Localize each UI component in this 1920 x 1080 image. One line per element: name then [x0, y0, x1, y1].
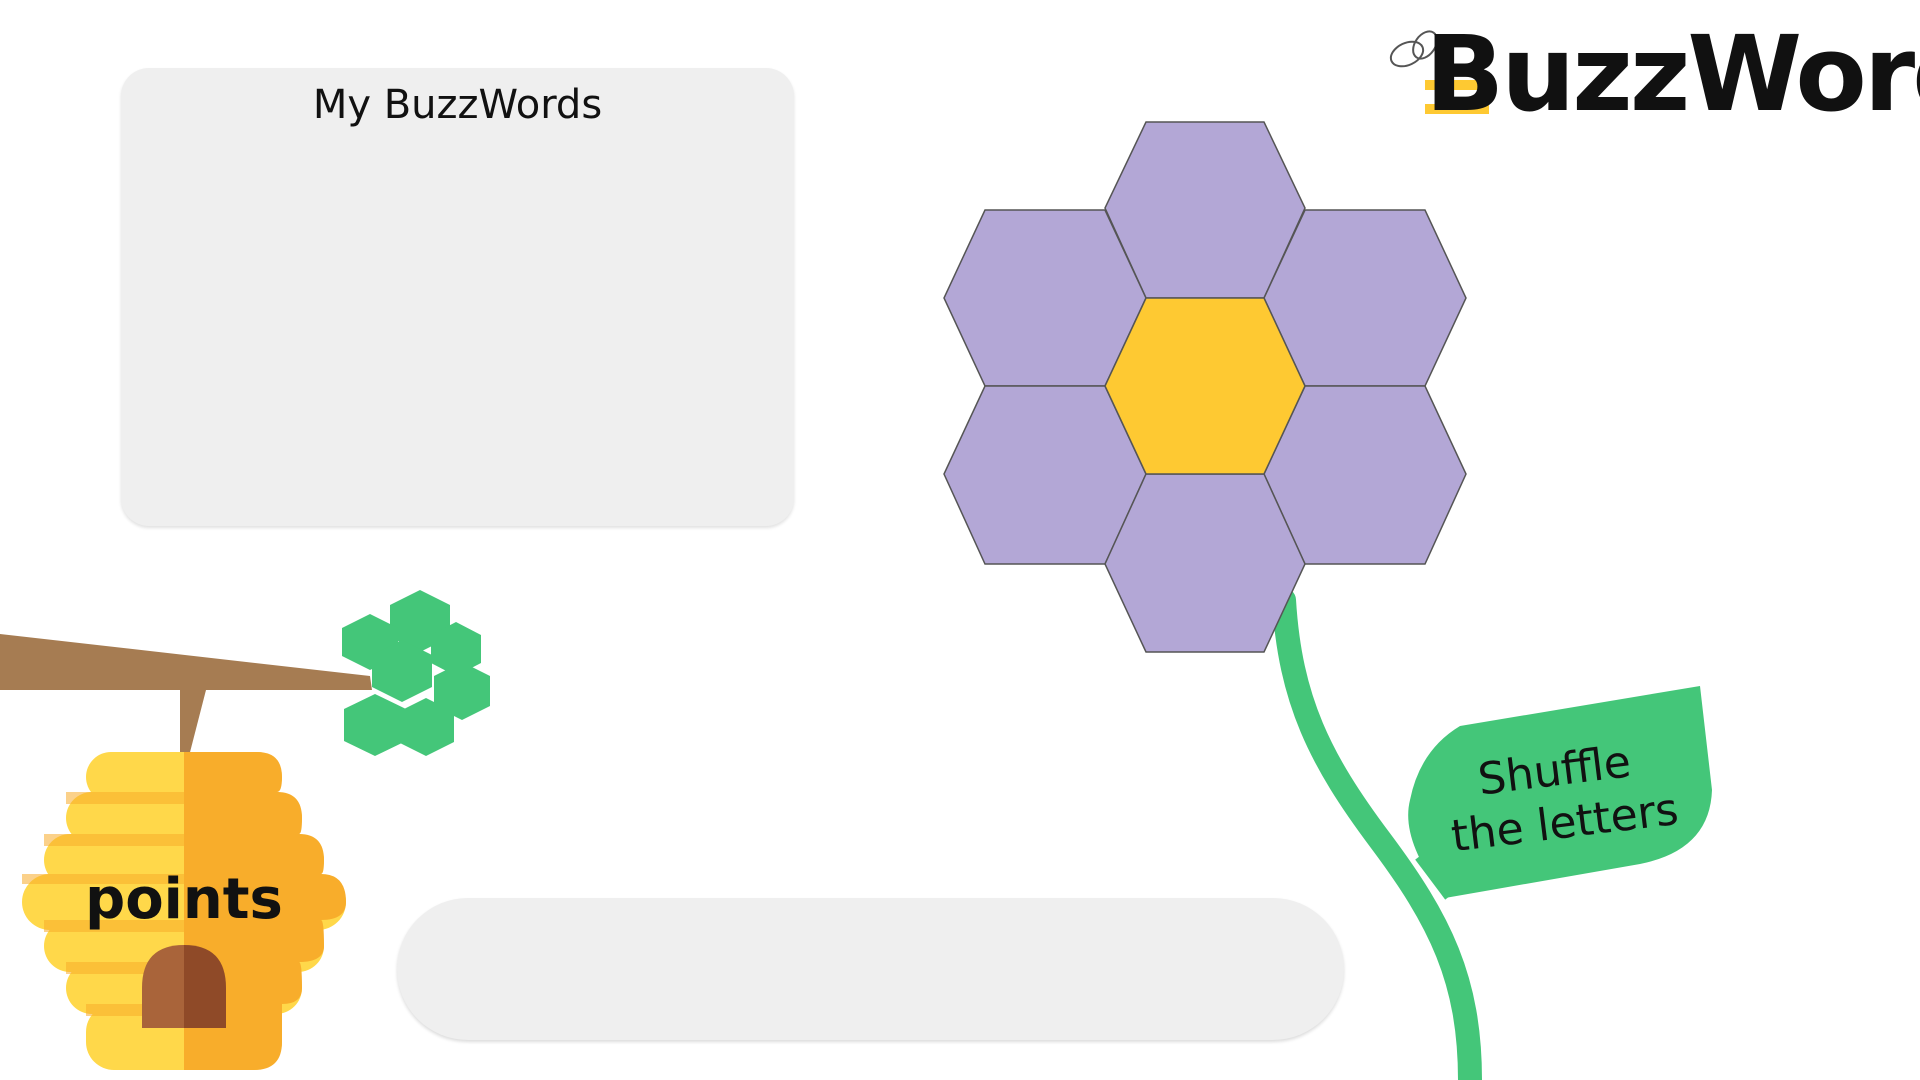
branch-leaves — [342, 590, 490, 756]
tree-branch — [0, 634, 372, 690]
petal-upper-left[interactable] — [943, 209, 1147, 387]
flower-center[interactable] — [1104, 297, 1306, 475]
petal-top[interactable] — [1104, 121, 1306, 299]
hive-hanger — [180, 690, 206, 760]
flower-honeycomb — [943, 121, 1467, 653]
petal-lower-left[interactable] — [943, 385, 1147, 565]
petal-lower-right[interactable] — [1263, 385, 1467, 565]
shuffle-leaf-button[interactable]: Shuffle the letters — [1408, 686, 1712, 900]
points-label: points — [85, 867, 283, 932]
beehive-score: points — [22, 752, 346, 1070]
game-stage: BuzzWords My BuzzWords — [0, 0, 1920, 1080]
petal-upper-right[interactable] — [1263, 209, 1467, 387]
petal-bottom[interactable] — [1104, 473, 1306, 653]
